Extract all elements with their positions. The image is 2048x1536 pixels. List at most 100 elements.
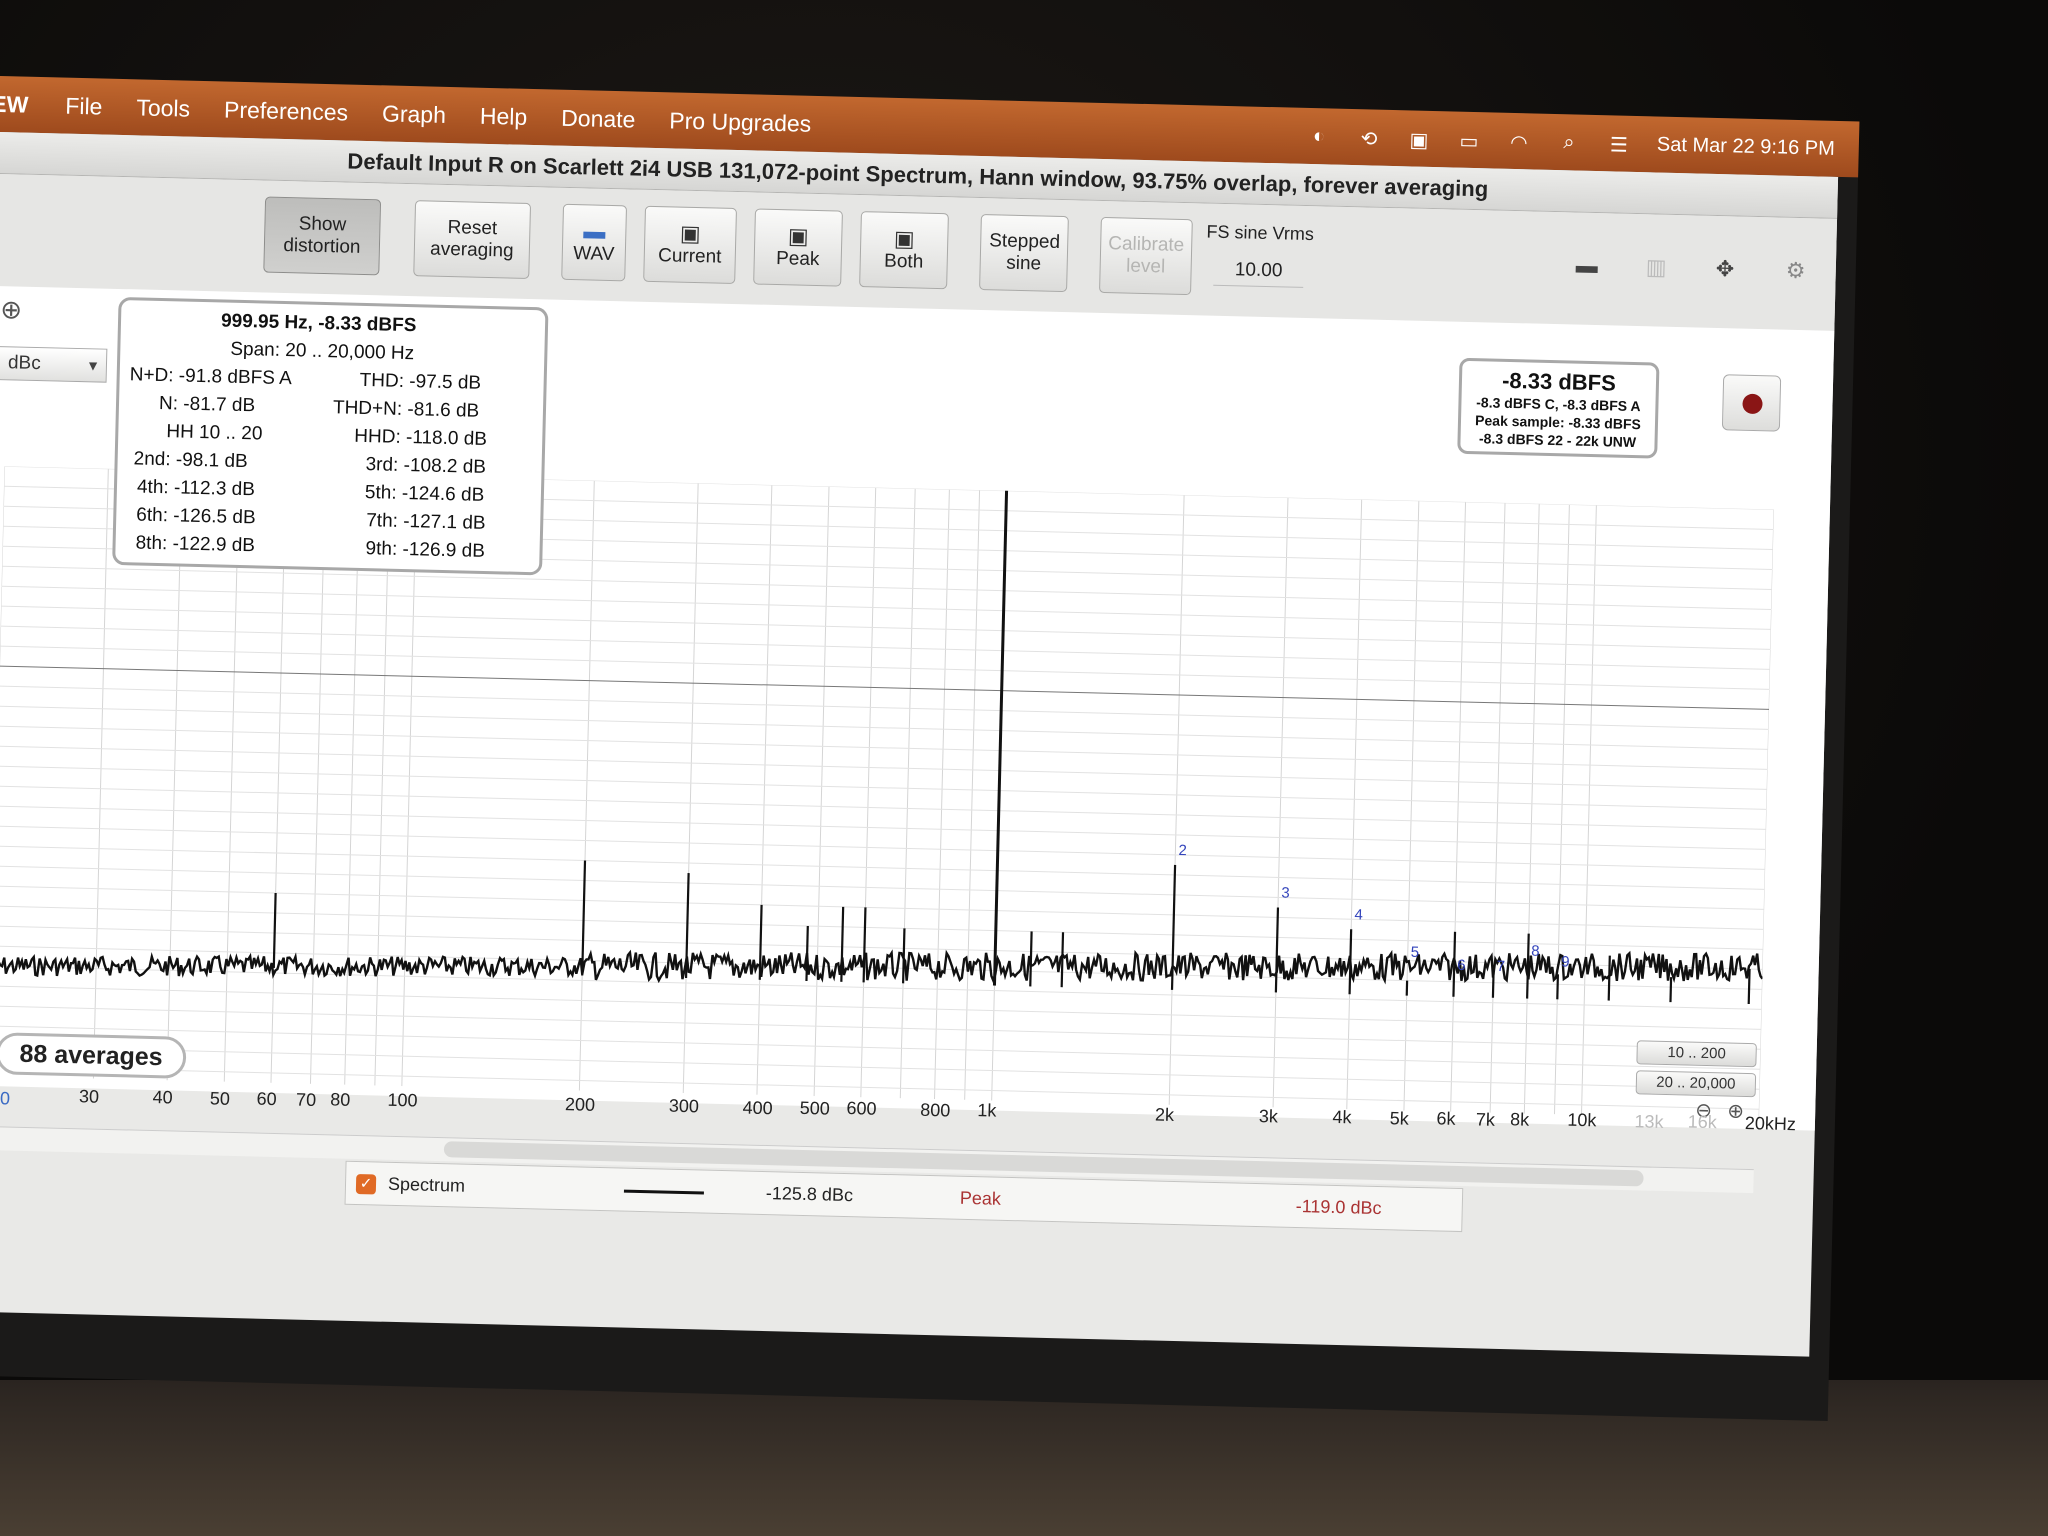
record-button[interactable] xyxy=(1721,374,1782,432)
zoom-controls: ⊕ dBc ▼ xyxy=(0,286,113,409)
x-tick-label: 600 xyxy=(846,1098,877,1120)
x-tick-label: 70 xyxy=(295,1089,317,1110)
spectrum-peak xyxy=(992,466,1010,986)
battery-icon[interactable]: ▭ xyxy=(1457,129,1482,153)
zoom-in-icon[interactable]: ⊕ xyxy=(1727,1099,1744,1124)
grid-line-h xyxy=(0,905,1764,950)
save-current-button[interactable]: ▣ Current xyxy=(643,205,737,285)
zoom-in-icon[interactable]: ⊕ xyxy=(0,294,22,326)
harmonic-label: 4 xyxy=(1354,906,1363,923)
grid-line-h xyxy=(0,1025,1761,1070)
x-tick-label: 4k xyxy=(1332,1107,1352,1128)
menu-preferences[interactable]: Preferences xyxy=(207,96,366,127)
x-tick-label: 60 xyxy=(256,1088,277,1110)
status-area: ◐ ⟲ ▣ ▭ ◠ ⌕ ☰ Sat Mar 22 9:16 PM xyxy=(1307,124,1859,160)
clock[interactable]: Sat Mar 22 9:16 PM xyxy=(1657,133,1835,160)
grid-line-v xyxy=(899,488,916,1099)
grid-line-h xyxy=(0,765,1767,810)
x-tick-label: 16k xyxy=(1687,1111,1718,1133)
grid-line-h xyxy=(0,705,1769,750)
laptop-screen: EW File Tools Preferences Graph Help Don… xyxy=(0,76,1860,1422)
harmonic-label: 8 xyxy=(1531,943,1540,960)
half-moon-icon[interactable]: ◐ xyxy=(1307,125,1332,148)
harmonic-label: 2 xyxy=(1178,842,1187,859)
grid-line-h xyxy=(0,685,1769,730)
x-tick-label: 2k xyxy=(1154,1104,1175,1125)
menu-donate[interactable]: Donate xyxy=(544,104,653,134)
photo-background: EW File Tools Preferences Graph Help Don… xyxy=(0,0,2048,1536)
save-peak-button[interactable]: ▣ Peak xyxy=(753,208,843,287)
grid-line-v xyxy=(860,487,877,1098)
fs-sine-input[interactable]: 10.00 xyxy=(1213,253,1304,288)
hhd-readout: HHD: -118.0 dB xyxy=(354,425,488,451)
x-axis-start-input[interactable]: 20.0 xyxy=(0,1088,10,1110)
grid-line-v xyxy=(1168,495,1185,1105)
stepped-sine-button[interactable]: Stepped sine xyxy=(979,214,1069,293)
x-tick-label: 8k xyxy=(1509,1109,1530,1130)
h6-readout: 6th: -126.5 dB xyxy=(136,504,256,529)
columns-icon[interactable]: ▥ xyxy=(1646,254,1667,281)
reset-averaging-button[interactable]: Reset averaging xyxy=(413,200,532,279)
thd-readout: THD: -97.5 dB xyxy=(359,369,482,394)
x-tick-label: 100 xyxy=(387,1090,418,1111)
distortion-readout: 999.95 Hz, -8.33 dBFS Span: 20 .. 20,000… xyxy=(112,296,549,576)
harmonic-label: 6 xyxy=(1457,957,1466,974)
grid-line-h xyxy=(0,725,1768,770)
x-tick-label: 3k xyxy=(1258,1106,1279,1127)
x-tick-label: 13k xyxy=(1634,1111,1664,1132)
show-distortion-button[interactable]: Show distortion xyxy=(263,196,382,276)
app-menu[interactable]: EW xyxy=(0,90,49,118)
spectrum-peak xyxy=(1274,907,1280,993)
grid-line-v xyxy=(1489,502,1506,1113)
x-tick-label: 500 xyxy=(799,1097,831,1119)
harmonic-label: 9 xyxy=(1561,953,1570,970)
h3-readout: 3rd: -108.2 dB xyxy=(365,454,487,478)
peak-readout: 999.95 Hz, -8.33 dBFS xyxy=(220,310,417,337)
menu-graph[interactable]: Graph xyxy=(365,99,464,128)
grid-line-v xyxy=(1403,500,1420,1111)
level-unweighted: -8.3 dBFS 22 - 22k UNW xyxy=(1478,430,1637,451)
grid-line-v xyxy=(682,483,699,1094)
menu-tools[interactable]: Tools xyxy=(119,93,207,122)
grid-line-h xyxy=(0,885,1764,930)
averages-badge: 88 averages xyxy=(0,1032,187,1079)
move-icon[interactable]: ✥ xyxy=(1715,256,1735,282)
layout-icon[interactable]: ▬ xyxy=(1576,253,1599,280)
grid-line-h xyxy=(0,745,1768,790)
wifi-icon[interactable]: ◠ xyxy=(1507,130,1532,154)
x-tick-label: 7k xyxy=(1475,1108,1496,1130)
folder-icon: ▬ xyxy=(583,218,606,244)
grid-line-v xyxy=(0,466,5,1077)
peak-label[interactable]: Peak xyxy=(960,1188,1002,1210)
control-center-icon[interactable]: ☰ xyxy=(1607,132,1632,156)
time-machine-icon[interactable]: ⟲ xyxy=(1357,126,1382,150)
unit-select[interactable]: dBc ▼ xyxy=(0,345,108,383)
menu-pro-upgrades[interactable]: Pro Upgrades xyxy=(652,106,829,137)
menu-file[interactable]: File xyxy=(48,92,120,121)
noise-readout: N: -81.7 dB xyxy=(158,392,256,417)
harmonic-label: 3 xyxy=(1281,885,1290,902)
grid-line-h xyxy=(0,805,1766,850)
h2-readout: 2nd: -98.1 dB xyxy=(133,448,249,473)
spectrum-checkbox[interactable]: ✓ xyxy=(355,1174,377,1195)
calibrate-level-button[interactable]: Calibrate level xyxy=(1099,216,1193,296)
range-10-200-button[interactable]: 10 .. 200 xyxy=(1636,1040,1757,1068)
menu-help[interactable]: Help xyxy=(463,102,545,131)
grid-line-h xyxy=(0,785,1767,830)
grid-line-h xyxy=(0,645,1770,690)
grid-line-h xyxy=(0,1005,1761,1050)
wav-button[interactable]: ▬ WAV xyxy=(561,203,628,282)
hh-readout: HH 10 .. 20 xyxy=(166,421,263,445)
grid-line-v xyxy=(1553,504,1570,1115)
gear-icon[interactable]: ⚙ xyxy=(1785,258,1805,284)
save-both-button[interactable]: ▣ Both xyxy=(859,211,949,290)
spectrum-peak xyxy=(1029,931,1033,987)
spectrum-swatch xyxy=(623,1189,704,1195)
fs-sine-label: FS sine Vrms xyxy=(1206,221,1315,245)
grid-line-h xyxy=(0,845,1765,890)
h8-readout: 8th: -122.9 dB xyxy=(135,532,256,557)
range-20-20000-button[interactable]: 20 .. 20,000 xyxy=(1635,1070,1757,1098)
search-icon[interactable]: ⌕ xyxy=(1557,131,1582,154)
window-icon[interactable]: ▣ xyxy=(1407,127,1432,151)
x-tick-label: 800 xyxy=(919,1099,951,1121)
